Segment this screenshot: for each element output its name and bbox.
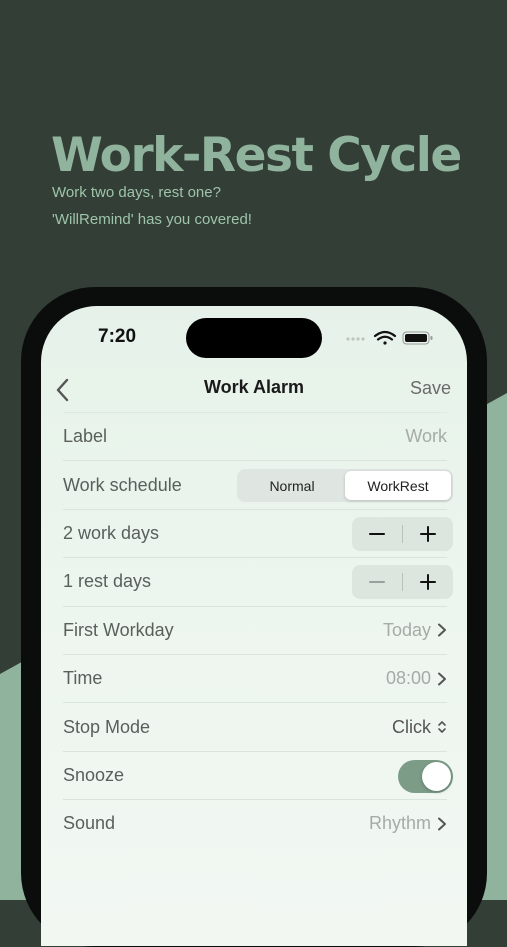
chevron-right-icon xyxy=(438,672,446,686)
cellular-icon xyxy=(346,337,365,341)
plus-icon xyxy=(420,574,436,591)
promo-subtitle-line1: Work two days, rest one? xyxy=(52,184,221,201)
snooze-toggle[interactable] xyxy=(398,759,453,793)
battery-icon xyxy=(402,331,433,345)
label-value[interactable]: Work xyxy=(405,426,447,447)
rest-days-stepper xyxy=(352,565,453,600)
row-label-title: Label xyxy=(63,426,108,447)
time-title: Time xyxy=(63,668,103,689)
row-rest-days: 1 rest days xyxy=(63,557,453,605)
phone-screen: 7:20 Work Alarm Save Label Work Work sch… xyxy=(41,306,467,946)
work-schedule-title: Work schedule xyxy=(63,474,182,495)
wifi-icon xyxy=(373,330,397,345)
segment-normal[interactable]: Normal xyxy=(239,471,345,500)
time-value: 08:00 xyxy=(385,668,431,689)
segment-workrest[interactable]: WorkRest xyxy=(345,471,451,501)
minus-icon xyxy=(369,581,385,584)
chevron-right-icon xyxy=(438,817,446,831)
first-workday-title: First Workday xyxy=(63,619,174,640)
promo-subtitle-line2: 'WillRemind' has you covered! xyxy=(52,211,252,228)
row-time[interactable]: Time 08:00 xyxy=(63,653,447,702)
page-title: Work Alarm xyxy=(203,377,305,397)
minus-icon xyxy=(369,532,385,535)
work-days-increment-button[interactable] xyxy=(403,517,453,551)
row-snooze: Snooze xyxy=(63,750,453,799)
sound-title: Sound xyxy=(63,813,116,834)
status-time: 7:20 xyxy=(98,326,137,347)
phone-frame: 7:20 Work Alarm Save Label Work Work sch… xyxy=(21,287,487,947)
sound-value: Rhythm xyxy=(368,813,431,834)
row-first-workday[interactable]: First Workday Today xyxy=(63,605,447,654)
status-icons xyxy=(346,330,433,345)
plus-icon xyxy=(420,525,436,542)
first-workday-value: Today xyxy=(382,619,431,640)
stop-mode-title: Stop Mode xyxy=(63,716,151,737)
toggle-knob xyxy=(422,761,451,791)
snooze-title: Snooze xyxy=(63,764,125,785)
rest-days-title: 1 rest days xyxy=(63,571,152,592)
schedule-segmented-control: Normal WorkRest xyxy=(237,469,453,503)
up-down-chevron-icon xyxy=(438,721,446,733)
dynamic-island xyxy=(186,318,322,358)
promo-headline: Work-Rest Cycle xyxy=(51,128,462,183)
row-work-schedule: Work schedule Normal WorkRest xyxy=(63,460,453,508)
work-days-stepper xyxy=(352,516,453,551)
rest-days-increment-button[interactable] xyxy=(403,565,453,599)
settings-list: Label Work Work schedule Normal WorkRest… xyxy=(63,412,453,848)
row-sound[interactable]: Sound Rhythm xyxy=(63,799,447,847)
chevron-right-icon xyxy=(438,623,446,637)
row-label[interactable]: Label Work xyxy=(63,412,447,460)
work-days-decrement-button[interactable] xyxy=(352,517,402,551)
work-days-title: 2 work days xyxy=(63,522,160,543)
save-button[interactable]: Save xyxy=(410,378,451,399)
rest-days-decrement-button[interactable] xyxy=(352,565,402,599)
row-work-days: 2 work days xyxy=(63,508,453,557)
row-stop-mode[interactable]: Stop Mode Click xyxy=(63,702,447,750)
stop-mode-value: Click xyxy=(392,716,431,737)
